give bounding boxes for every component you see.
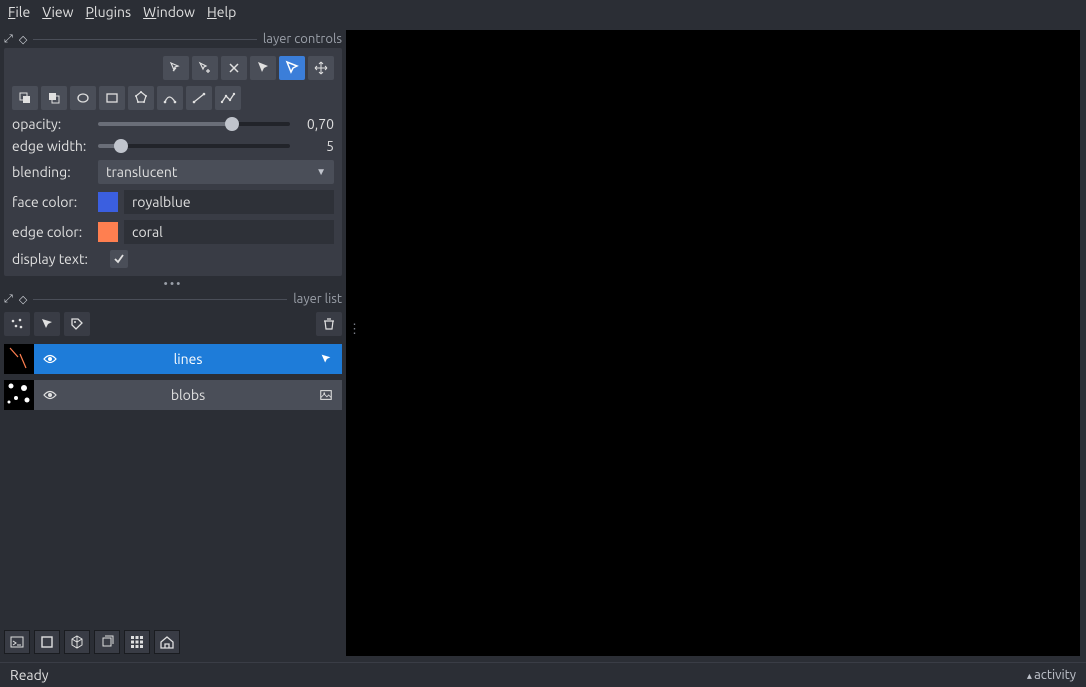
tool-delete[interactable] <box>221 56 247 80</box>
display-text-label: display text: <box>12 251 102 267</box>
layer-name: lines <box>68 351 308 367</box>
drag-handle-icon[interactable]: ••• <box>4 278 342 288</box>
layer-thumbnail <box>4 344 34 374</box>
blending-label: blending: <box>12 164 90 180</box>
layer-name: blobs <box>68 387 308 403</box>
activity-indicator[interactable]: activity <box>1027 668 1076 682</box>
opacity-value: 0,70 <box>298 116 334 132</box>
tool-polyline[interactable] <box>215 86 241 110</box>
home-button[interactable] <box>154 630 180 654</box>
panel-header-layer-controls: ⤢ ◇ layer controls <box>4 32 342 46</box>
face-color-label: face color: <box>12 194 90 210</box>
detach-icon[interactable]: ◇ <box>19 293 27 306</box>
edge-width-slider[interactable] <box>98 144 290 148</box>
image-type-icon <box>316 388 336 402</box>
undock-icon[interactable]: ⤢ <box>4 33 13 46</box>
edge-width-label: edge width: <box>12 138 90 154</box>
blending-select[interactable]: translucent ▼ <box>98 160 334 184</box>
chevron-down-icon: ▼ <box>316 166 326 178</box>
menu-file[interactable]: File <box>8 4 30 20</box>
panel-header-layer-list: ⤢ ◇ layer list <box>4 292 342 306</box>
visibility-toggle[interactable] <box>40 351 60 367</box>
detach-icon[interactable]: ◇ <box>19 33 27 46</box>
status-text: Ready <box>10 667 49 683</box>
menubar: File View Plugins Window Help <box>0 0 1086 24</box>
tool-row-1 <box>12 56 334 80</box>
edge-color-swatch[interactable] <box>98 222 118 242</box>
blending-value: translucent <box>106 164 177 180</box>
vertical-drag-handle-icon[interactable]: ⋮ <box>348 322 361 337</box>
layer-item-blobs[interactable]: blobs <box>4 378 342 412</box>
delete-layer-button[interactable] <box>316 312 342 336</box>
layer-thumbnail <box>4 380 34 410</box>
layer-item-lines[interactable]: lines <box>4 342 342 376</box>
3d-button[interactable] <box>64 630 90 654</box>
undock-icon[interactable]: ⤢ <box>4 293 13 306</box>
face-color-swatch[interactable] <box>98 192 118 212</box>
face-color-input[interactable] <box>124 190 334 214</box>
statusbar: Ready activity <box>0 662 1086 687</box>
opacity-label: opacity: <box>12 116 90 132</box>
console-button[interactable] <box>4 630 30 654</box>
shapes-type-icon <box>316 352 336 366</box>
display-text-checkbox[interactable] <box>110 250 128 268</box>
tool-pan-zoom[interactable] <box>163 56 189 80</box>
canvas[interactable] <box>346 30 1080 656</box>
2d-button[interactable] <box>34 630 60 654</box>
panel-title: layer controls <box>263 32 342 46</box>
tool-polygon[interactable] <box>128 86 154 110</box>
menu-view[interactable]: View <box>42 4 73 20</box>
tool-line[interactable] <box>186 86 212 110</box>
edge-width-value: 5 <box>298 138 334 154</box>
tool-move-back[interactable] <box>41 86 67 110</box>
sidebar: ⤢ ◇ layer controls <box>0 24 346 662</box>
tool-row-2 <box>12 86 334 110</box>
visibility-toggle[interactable] <box>40 387 60 403</box>
layer-list-toolbar <box>4 308 342 340</box>
menu-plugins[interactable]: Plugins <box>86 4 132 20</box>
tool-select-vertex[interactable] <box>250 56 276 80</box>
grid-button[interactable] <box>124 630 150 654</box>
panel-title: layer list <box>293 292 342 306</box>
opacity-slider[interactable] <box>98 122 290 126</box>
edge-color-label: edge color: <box>12 224 90 240</box>
tool-ellipse[interactable] <box>70 86 96 110</box>
tool-rectangle[interactable] <box>99 86 125 110</box>
roll-button[interactable] <box>94 630 120 654</box>
tool-select-shape[interactable] <box>279 56 305 80</box>
layer-controls-panel: opacity: 0,70 edge width: 5 blending: <box>4 48 342 276</box>
new-labels-button[interactable] <box>64 312 90 336</box>
tool-add-point[interactable] <box>192 56 218 80</box>
viewer-toolbar <box>4 626 342 658</box>
menu-help[interactable]: Help <box>207 4 236 20</box>
tool-path[interactable] <box>157 86 183 110</box>
tool-move-front[interactable] <box>12 86 38 110</box>
new-points-button[interactable] <box>4 312 30 336</box>
edge-color-input[interactable] <box>124 220 334 244</box>
new-shapes-button[interactable] <box>34 312 60 336</box>
menu-window[interactable]: Window <box>143 4 195 20</box>
tool-move[interactable] <box>308 56 334 80</box>
